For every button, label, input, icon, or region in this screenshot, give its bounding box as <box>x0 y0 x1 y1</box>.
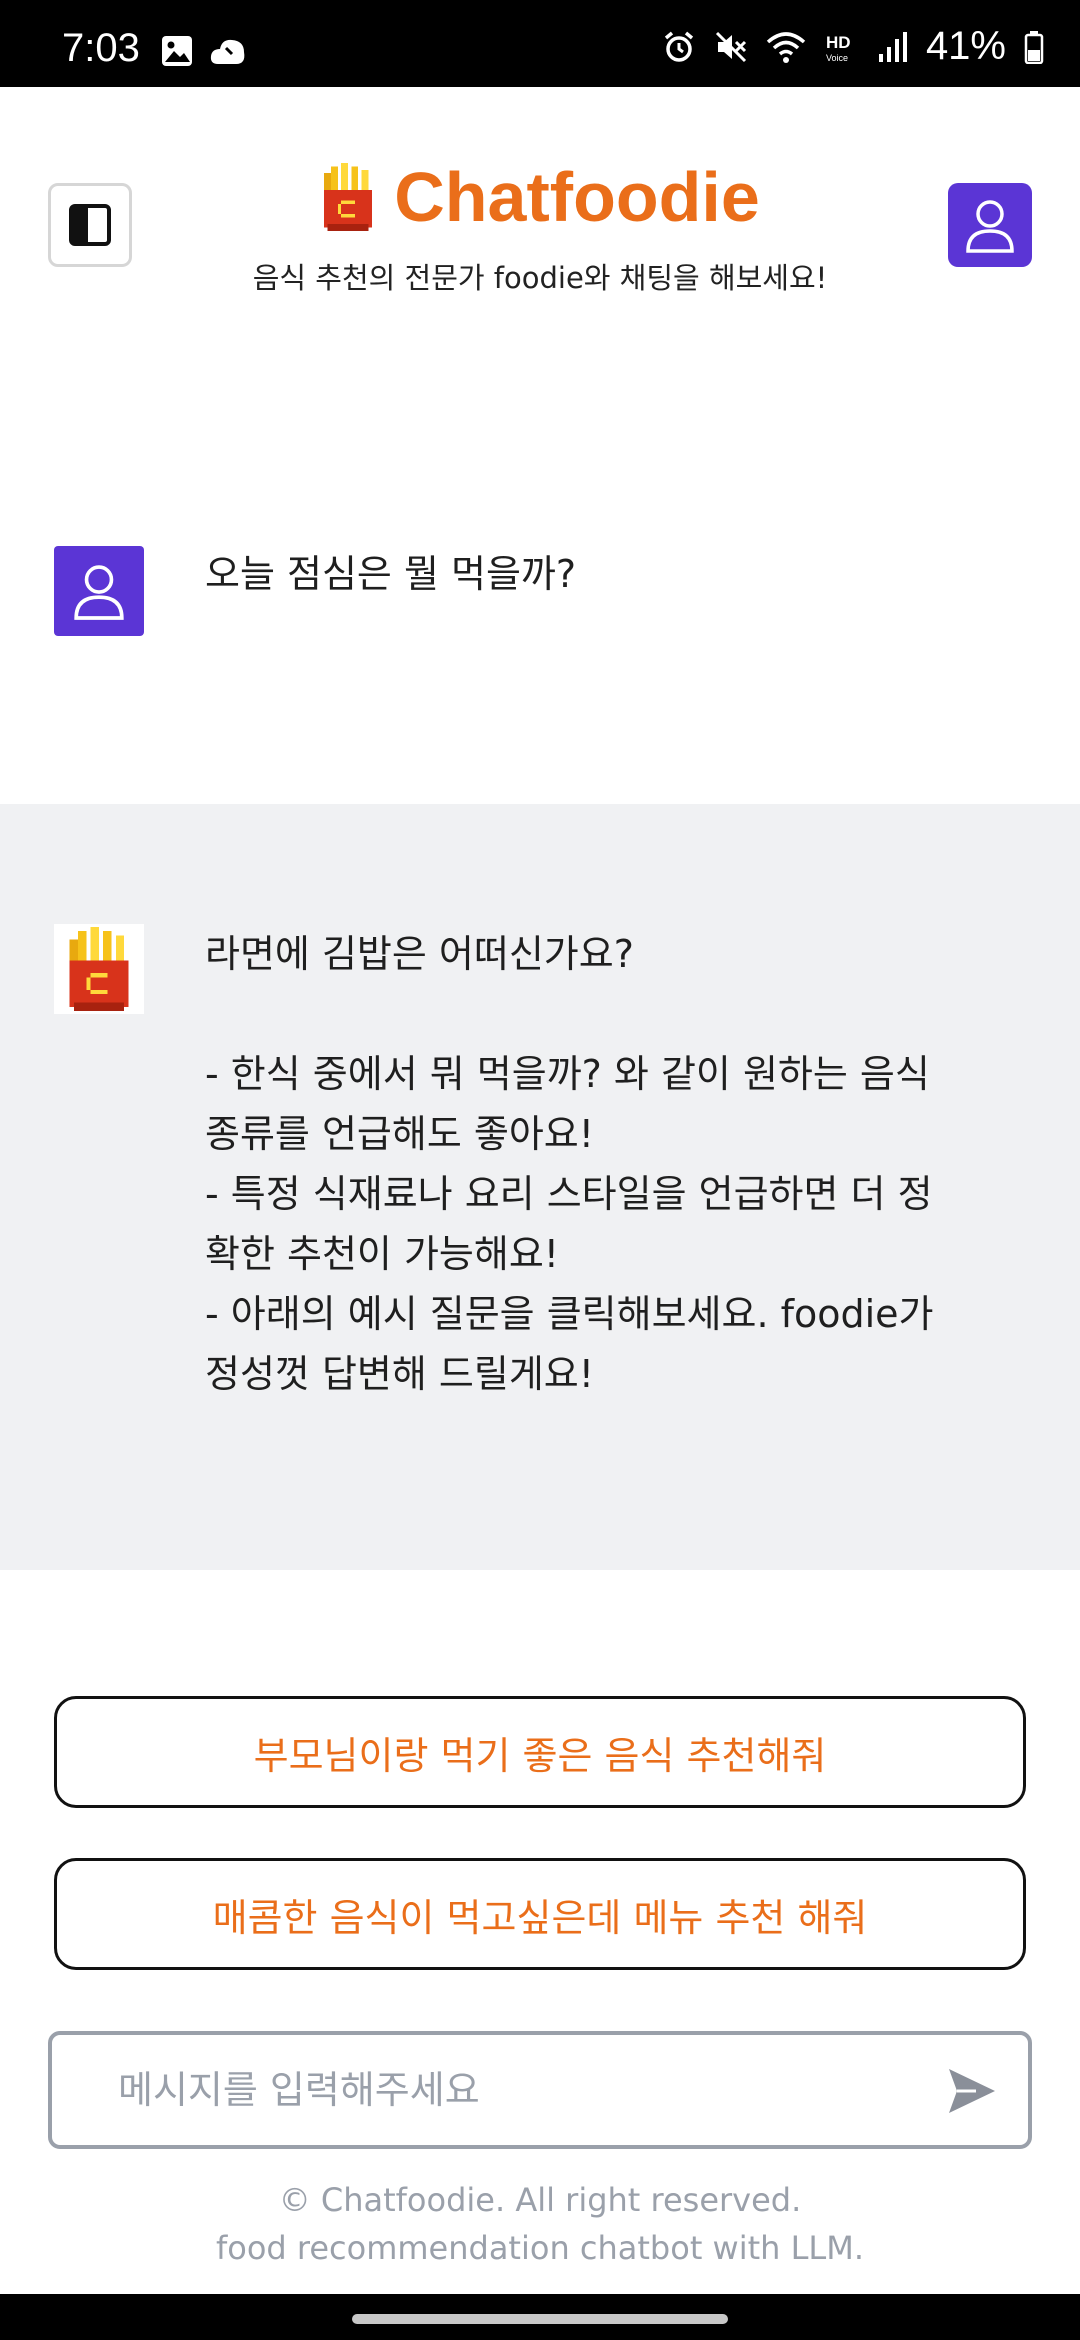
message-input-container <box>48 2031 1032 2149</box>
bot-avatar <box>54 924 144 1014</box>
status-bar: 7:03 HD Voice 41% <box>0 0 1080 87</box>
bot-message: 라면에 김밥은 어떠신가요? - 한식 중에서 뭐 먹을까? 와 같이 원하는 … <box>0 804 1080 1570</box>
send-icon <box>949 2069 995 2113</box>
footer: © Chatfoodie. All right reserved. food r… <box>0 2176 1080 2272</box>
user-message: 오늘 점심은 뭘 먹을까? <box>0 500 1080 800</box>
app-title: Chatfoodie <box>394 158 760 236</box>
fries-icon <box>69 927 129 1011</box>
status-time: 7:03 <box>62 26 140 70</box>
fries-logo-icon <box>324 163 373 231</box>
app-header: Chatfoodie 음식 추천의 전문가 foodie와 채팅을 해보세요! <box>0 87 1080 327</box>
suggestion-button[interactable]: 매콤한 음식이 먹고싶은데 메뉴 추천 해줘 <box>54 1858 1026 1970</box>
user-message-text: 오늘 점심은 뭘 먹을까? <box>205 552 577 596</box>
mute-icon <box>715 31 746 62</box>
signal-icon <box>878 31 907 62</box>
battery-percent: 41% <box>925 24 1006 68</box>
battery-icon <box>1024 30 1044 64</box>
alarm-icon <box>664 31 694 62</box>
hd-voice-icon: HDVoice <box>826 33 851 63</box>
svg-text:HD: HD <box>826 33 851 52</box>
status-left-icons <box>160 34 248 68</box>
image-icon <box>162 36 192 66</box>
user-avatar <box>54 546 144 636</box>
status-right-icons: HD Voice 41% <box>662 24 1044 69</box>
home-gesture-handle[interactable] <box>352 2314 728 2324</box>
footer-copyright: © Chatfoodie. All right reserved. <box>278 2181 802 2219</box>
svg-text:Voice: Voice <box>826 53 848 63</box>
wifi-icon <box>766 31 806 63</box>
profile-button[interactable] <box>948 183 1032 267</box>
footer-description: food recommendation chatbot with LLM. <box>215 2229 865 2267</box>
app-subtitle: 음식 추천의 전문가 foodie와 채팅을 해보세요! <box>252 261 828 295</box>
send-button[interactable] <box>942 2061 1002 2121</box>
brand: Chatfoodie <box>0 157 1080 237</box>
system-nav-bar <box>0 2294 1080 2340</box>
cloud-icon <box>210 39 245 64</box>
message-input[interactable] <box>118 2055 898 2125</box>
suggestion-button[interactable]: 부모님이랑 먹기 좋은 음식 추천해줘 <box>54 1696 1026 1808</box>
user-icon <box>966 200 1014 253</box>
bot-message-text: 라면에 김밥은 어떠신가요? - 한식 중에서 뭐 먹을까? 와 같이 원하는 … <box>205 932 934 1396</box>
user-icon <box>74 565 124 620</box>
